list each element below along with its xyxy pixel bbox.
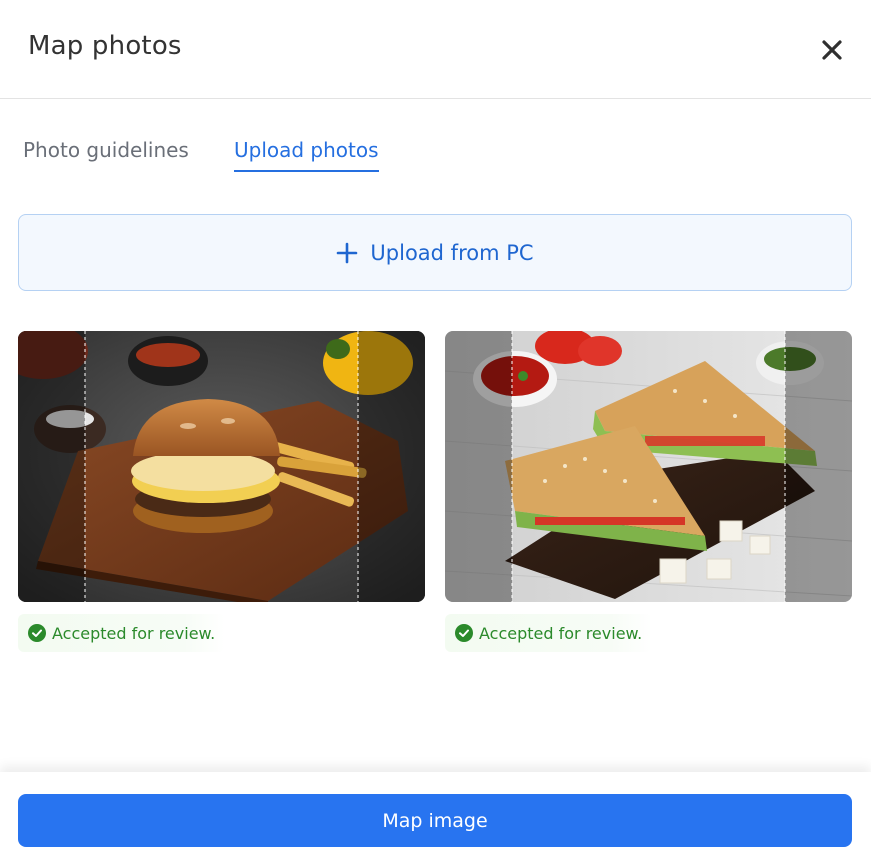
tab-bar: Photo guidelines Upload photos bbox=[0, 130, 871, 180]
map-image-button[interactable]: Map image bbox=[18, 794, 852, 847]
photo-thumbnail-burger[interactable] bbox=[18, 331, 425, 602]
dialog-header: Map photos bbox=[0, 0, 871, 99]
check-circle-icon bbox=[28, 624, 46, 642]
upload-label: Upload from PC bbox=[370, 240, 534, 265]
status-badge: Accepted for review. bbox=[18, 614, 226, 652]
status-text: Accepted for review. bbox=[479, 623, 643, 643]
check-circle-icon bbox=[455, 624, 473, 642]
plus-icon bbox=[337, 242, 358, 263]
tab-upload-photos[interactable]: Upload photos bbox=[234, 138, 379, 172]
close-icon bbox=[822, 40, 842, 60]
photo-thumbnail-sandwich[interactable] bbox=[445, 331, 852, 602]
close-button[interactable] bbox=[812, 30, 852, 70]
upload-from-pc-button[interactable]: Upload from PC bbox=[18, 214, 852, 291]
status-badge: Accepted for review. bbox=[445, 614, 653, 652]
dialog-footer: Map image bbox=[0, 772, 871, 868]
sandwich-photo bbox=[445, 331, 852, 602]
dialog-title: Map photos bbox=[28, 31, 182, 61]
tab-photo-guidelines[interactable]: Photo guidelines bbox=[23, 138, 189, 170]
status-text: Accepted for review. bbox=[52, 623, 216, 643]
burger-photo bbox=[18, 331, 425, 602]
